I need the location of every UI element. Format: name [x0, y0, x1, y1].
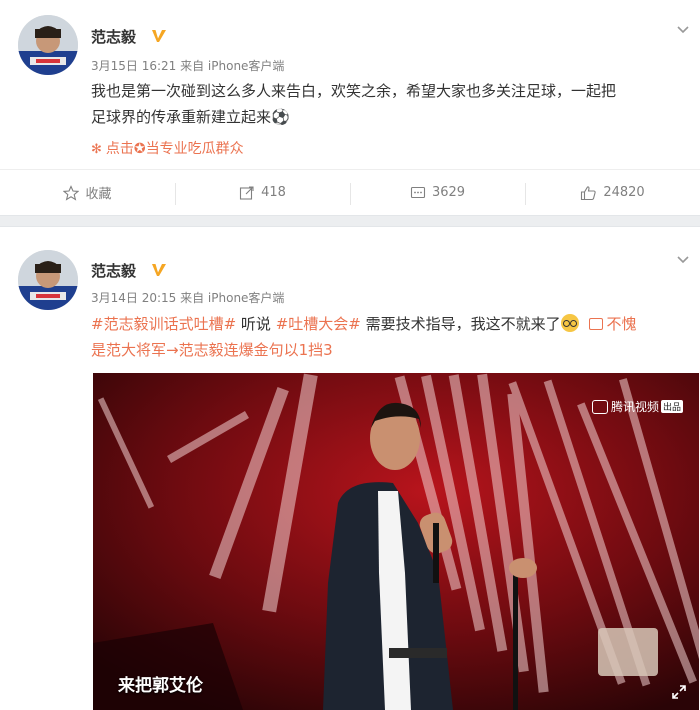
- hashtag-link[interactable]: #范志毅训话式吐槽#: [91, 315, 236, 333]
- soccer-ball-icon: ⚽: [271, 108, 290, 126]
- favorite-button[interactable]: 收藏: [0, 170, 175, 215]
- video-frame: [93, 373, 699, 710]
- hashtag-link[interactable]: #吐槽大会#: [276, 315, 361, 333]
- post-meta[interactable]: 3月15日 16:21 来自 iPhone客户端: [91, 57, 284, 74]
- fullscreen-icon[interactable]: [671, 684, 687, 700]
- video-link-text-cont[interactable]: 是范大将军→范志毅连爆金句以1挡3: [91, 341, 333, 359]
- author-name[interactable]: 范志毅: [91, 26, 136, 47]
- weibo-post-1: 范志毅 3月15日 16:21 来自 iPhone客户端 我也是第一次碰到这么多…: [0, 0, 700, 215]
- video-player[interactable]: 腾讯视频 出品 来把郭艾伦: [93, 373, 699, 710]
- post-text-line1: 我也是第一次碰到这么多人来告白，欢笑之余，希望大家也多关注足球，一起把: [91, 82, 617, 100]
- post-text-segment: 听说: [240, 315, 271, 333]
- flower-icon: ✻: [91, 142, 102, 157]
- feed-divider: [0, 215, 700, 227]
- glasses-emoji-icon: [560, 314, 579, 332]
- avatar[interactable]: [18, 250, 78, 310]
- tencent-video-icon: [591, 399, 608, 414]
- video-caption: 来把郭艾伦: [118, 676, 203, 696]
- chevron-down-icon[interactable]: [676, 252, 690, 266]
- verified-v-icon: [152, 30, 166, 42]
- post-text: 我也是第一次碰到这么多人来告白，欢笑之余，希望大家也多关注足球，一起把 足球界的…: [91, 78, 691, 130]
- like-count: 24820: [603, 185, 645, 200]
- verified-v-icon: [152, 264, 166, 276]
- like-button[interactable]: 24820: [525, 170, 700, 215]
- video-link-text: 不愧: [606, 315, 637, 333]
- weibo-post-2: 范志毅 3月14日 20:15 来自 iPhone客户端 #范志毅训话式吐槽# …: [0, 227, 700, 710]
- extra-link[interactable]: ✻ 点击✪当专业吃瓜群众: [91, 138, 244, 158]
- chevron-down-icon[interactable]: [676, 22, 690, 36]
- thumbs-up-icon: [581, 185, 596, 200]
- logo-badge: 出品: [660, 400, 683, 413]
- post-text-line2: 足球界的传承重新建立起来: [91, 108, 272, 126]
- favorite-label: 收藏: [85, 187, 112, 202]
- video-link-icon: [589, 318, 604, 330]
- post-meta[interactable]: 3月14日 20:15 来自 iPhone客户端: [91, 289, 284, 306]
- logo-text: 腾讯视频: [610, 400, 659, 414]
- repost-button[interactable]: 418: [175, 170, 350, 215]
- tencent-video-logo: 腾讯视频 出品: [591, 398, 683, 415]
- repost-icon: [240, 185, 254, 200]
- extra-link-label: 点击✪当专业吃瓜群众: [105, 141, 244, 157]
- star-icon: [63, 184, 80, 201]
- repost-count: 418: [261, 185, 286, 200]
- comment-count: 3629: [431, 185, 466, 200]
- comment-button[interactable]: 3629: [350, 170, 525, 215]
- post-text-segment: 需要技术指导，我这不就来了: [365, 315, 561, 333]
- action-bar: 收藏 418 3629 24820: [0, 169, 700, 215]
- video-link[interactable]: 不愧: [589, 315, 636, 333]
- post-text: #范志毅训话式吐槽# 听说 #吐槽大会# 需要技术指导，我这不就来了 不愧 是范…: [91, 311, 691, 363]
- comment-icon: [410, 186, 426, 198]
- avatar[interactable]: [18, 15, 78, 75]
- author-name[interactable]: 范志毅: [91, 260, 136, 281]
